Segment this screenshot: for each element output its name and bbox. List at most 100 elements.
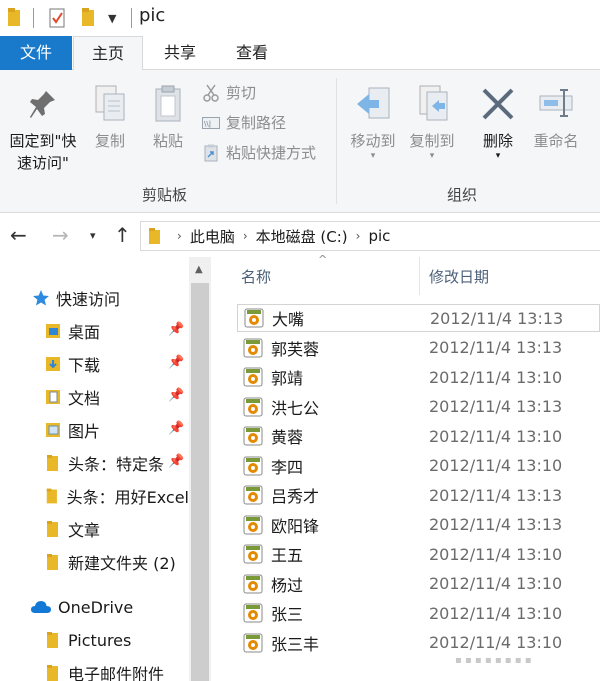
file-row[interactable]: 大嘴 2012/11/4 13:13 <box>237 304 600 332</box>
new-folder-icon[interactable] <box>82 8 97 26</box>
file-name: 王五 <box>271 546 304 565</box>
copy-to-chevron-icon: ▾ <box>429 151 435 161</box>
file-date: 2012/11/4 13:13 <box>429 397 563 416</box>
back-arrow-icon[interactable]: ← <box>10 223 27 247</box>
file-row[interactable]: 杨过 2012/11/4 13:10 <box>237 570 600 598</box>
nav-item-pictures[interactable]: 图片 <box>44 415 100 445</box>
image-file-icon <box>243 633 263 652</box>
scroll-up-arrow-icon[interactable]: ▲ <box>195 264 203 275</box>
nav-item-folder[interactable]: 头条：特定条 <box>44 448 164 478</box>
cut-label: 剪切 <box>226 84 257 102</box>
file-row[interactable]: 李四 2012/11/4 13:10 <box>237 452 600 480</box>
nav-item-documents[interactable]: 文档 <box>44 382 100 412</box>
paste-button[interactable]: 粘贴 <box>146 84 190 152</box>
title-separator <box>131 8 132 28</box>
copy-to-label: 复制到 <box>409 132 455 150</box>
tab-home[interactable]: 主页 <box>73 36 143 71</box>
file-row[interactable]: 郭芙蓉 2012/11/4 13:13 <box>237 334 600 362</box>
move-to-label: 移动到 <box>350 132 396 150</box>
file-name: 欧阳锋 <box>271 516 320 536</box>
nav-item-desktop[interactable]: 桌面 <box>44 316 100 346</box>
column-header-date[interactable]: 修改日期 <box>429 258 489 296</box>
file-row[interactable]: 吕秀才 2012/11/4 13:13 <box>237 481 600 509</box>
nav-item-onedrive-pictures[interactable]: Pictures <box>44 625 131 655</box>
breadcrumb-local-disk[interactable]: 本地磁盘 (C:) <box>256 226 348 247</box>
tab-share[interactable]: 共享 <box>150 36 210 70</box>
nav-item-email-attachments[interactable]: 电子邮件附件 <box>44 658 164 681</box>
move-to-chevron-icon: ▾ <box>370 151 376 161</box>
breadcrumb-chevron-icon[interactable]: › <box>177 229 182 243</box>
breadcrumb-pic[interactable]: pic <box>368 227 390 245</box>
file-name: 洪七公 <box>271 398 320 418</box>
paste-label: 粘贴 <box>152 132 183 150</box>
pin-icon[interactable]: 📌 <box>168 421 184 436</box>
tab-view[interactable]: 查看 <box>222 36 282 70</box>
up-arrow-icon[interactable]: ↑ <box>114 223 131 247</box>
nav-item-downloads[interactable]: 下载 <box>44 349 100 379</box>
folder-icon <box>47 554 58 570</box>
pin-icon[interactable]: 📌 <box>168 388 184 403</box>
forward-arrow-icon[interactable]: → <box>52 223 69 247</box>
watermark: ▪ ▪ ▪ ▪ ▪ ▪ ▪ ▪ <box>455 655 532 666</box>
pin-icon <box>30 91 55 118</box>
pin-icon[interactable]: 📌 <box>168 322 184 337</box>
pin-to-quick-access-button[interactable]: 固定到"快 速访问" <box>4 88 82 174</box>
file-row[interactable]: 王五 2012/11/4 13:10 <box>237 540 600 568</box>
ribbon-tabs: 文件 主页 共享 查看 <box>0 36 600 71</box>
rename-button[interactable]: 重命名 <box>528 84 584 152</box>
image-file-icon <box>243 515 263 534</box>
file-name: 大嘴 <box>272 310 305 329</box>
sort-ascending-icon: ^ <box>318 253 328 266</box>
nav-quick-access[interactable]: 快速访问 <box>32 283 120 313</box>
file-date: 2012/11/4 13:10 <box>429 456 563 475</box>
folder-icon <box>47 632 58 648</box>
column-header-name[interactable]: 名称 <box>241 258 271 296</box>
pin-icon[interactable]: 📌 <box>168 355 184 370</box>
file-row[interactable]: 黄蓉 2012/11/4 13:10 <box>237 422 600 450</box>
file-date: 2012/11/4 13:13 <box>429 338 563 357</box>
scissors-icon <box>203 84 219 102</box>
nav-item-folder[interactable]: 头条：用好Excel <box>44 481 189 511</box>
paste-shortcut-button[interactable]: 粘贴快捷方式 <box>202 142 316 163</box>
recent-locations-chevron-icon[interactable]: ▾ <box>90 229 96 242</box>
copy-path-button[interactable]: \\| 复制路径 <box>202 112 286 133</box>
file-name: 李四 <box>271 457 304 477</box>
breadcrumb-chevron-icon[interactable]: › <box>356 229 361 243</box>
copy-to-icon <box>419 85 448 121</box>
breadcrumb-this-pc[interactable]: 此电脑 <box>190 226 235 247</box>
column-separator[interactable] <box>419 257 420 295</box>
pin-icon[interactable]: 📌 <box>168 454 184 469</box>
image-file-icon <box>244 308 264 328</box>
paste-icon <box>155 85 181 122</box>
copy-to-button[interactable]: 复制到 ▾ <box>403 84 461 161</box>
copy-path-label: 复制路径 <box>226 114 287 132</box>
nav-item-folder[interactable]: 新建文件夹 (2) <box>44 547 176 577</box>
file-date: 2012/11/4 13:10 <box>429 603 563 623</box>
nav-item-folder[interactable]: 文章 <box>44 514 100 544</box>
properties-icon[interactable] <box>49 8 66 28</box>
file-row[interactable]: 郭靖 2012/11/4 13:10 <box>237 363 600 391</box>
customize-toolbar-chevron-icon[interactable]: ▼ <box>108 12 116 25</box>
nav-onedrive[interactable]: OneDrive <box>30 592 133 622</box>
cloud-icon <box>31 601 51 613</box>
window-title: pic <box>139 5 166 26</box>
copy-button[interactable]: 复制 <box>88 84 132 152</box>
tab-file[interactable]: 文件 <box>0 36 72 70</box>
nav-scroll-thumb[interactable] <box>191 283 209 681</box>
delete-button[interactable]: 删除 ▾ <box>474 84 522 161</box>
cut-button[interactable]: 剪切 <box>202 82 256 103</box>
pin-label-line1: 固定到"快 <box>9 132 77 150</box>
address-box[interactable]: › 此电脑 › 本地磁盘 (C:) › pic <box>140 221 600 251</box>
file-row[interactable]: 张三 2012/11/4 13:10 <box>237 599 600 627</box>
image-file-icon <box>243 544 263 564</box>
folder-icon <box>46 488 57 504</box>
move-to-button[interactable]: 移动到 ▾ <box>344 84 402 161</box>
file-date: 2012/11/4 13:13 <box>429 485 563 505</box>
file-row[interactable]: 张三丰 2012/11/4 13:10 <box>237 629 600 657</box>
file-row[interactable]: 欧阳锋 2012/11/4 13:13 <box>237 511 600 539</box>
breadcrumb-chevron-icon[interactable]: › <box>243 229 248 243</box>
folder-icon <box>47 665 58 681</box>
file-row[interactable]: 洪七公 2012/11/4 13:13 <box>237 393 600 421</box>
folder-icon <box>47 455 58 471</box>
nav-item-label: 桌面 <box>68 323 101 342</box>
